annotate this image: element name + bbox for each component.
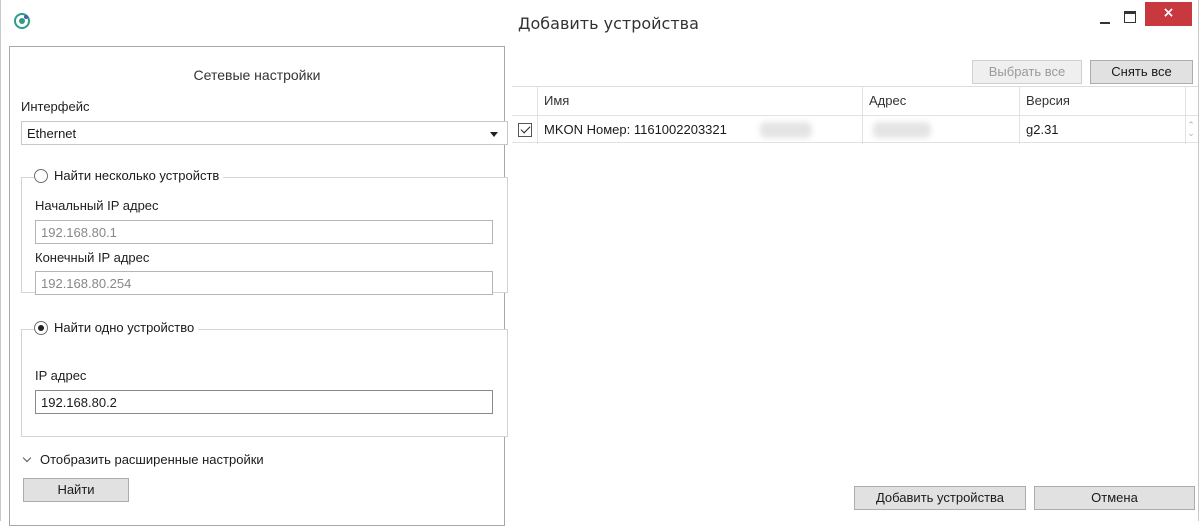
minimize-icon[interactable] bbox=[1097, 12, 1113, 28]
find-button[interactable]: Найти bbox=[23, 478, 129, 502]
end-ip-input[interactable] bbox=[35, 271, 493, 295]
radio-icon bbox=[34, 168, 48, 183]
redacted-blur bbox=[873, 122, 931, 138]
devices-table: Имя Адрес Версия MKON Номер: 11610022033… bbox=[512, 86, 1198, 144]
device-name-cell: MKON Номер: 1161002203321 bbox=[538, 116, 863, 144]
device-name: MKON Номер: 1161002203321 bbox=[544, 122, 727, 137]
window-title: Добавить устройства bbox=[518, 14, 699, 33]
ip-address-label: IP адрес bbox=[35, 368, 87, 383]
check-column-header bbox=[512, 87, 538, 115]
version-column-header[interactable]: Версия bbox=[1020, 87, 1186, 115]
chevron-down-icon bbox=[22, 453, 32, 462]
redacted-blur bbox=[760, 122, 812, 138]
table-row[interactable]: MKON Номер: 1161002203321 g2.31 bbox=[512, 115, 1198, 144]
network-settings-panel: Сетевые настройки Интерфейс Ethernet Най… bbox=[9, 46, 508, 526]
advanced-settings-toggle[interactable]: Отобразить расширенные настройки bbox=[22, 452, 264, 467]
device-address-cell bbox=[863, 116, 1020, 144]
maximize-icon[interactable] bbox=[1121, 8, 1137, 24]
multi-device-radio[interactable]: Найти несколько устройств bbox=[34, 168, 224, 183]
app-icon bbox=[14, 13, 30, 29]
interface-label: Интерфейс bbox=[21, 99, 90, 114]
radio-selected-icon bbox=[34, 320, 48, 335]
end-ip-label: Конечный IP адрес bbox=[35, 250, 150, 265]
device-version-cell: g2.31 bbox=[1020, 116, 1186, 144]
dropdown-arrow-icon bbox=[490, 132, 498, 137]
multi-device-radio-label: Найти несколько устройств bbox=[54, 168, 220, 183]
cancel-button[interactable]: Отмена bbox=[1034, 486, 1195, 510]
single-device-radio[interactable]: Найти одно устройство bbox=[34, 320, 199, 335]
multi-device-group: Найти несколько устройств Начальный IP а… bbox=[21, 168, 508, 295]
add-devices-window: Добавить устройства × Сетевые настройки … bbox=[0, 0, 1199, 526]
start-ip-label: Начальный IP адрес bbox=[35, 198, 159, 213]
select-all-button[interactable]: Выбрать все bbox=[972, 60, 1082, 84]
single-device-group: Найти одно устройство IP адрес bbox=[21, 320, 508, 437]
advanced-settings-label: Отобразить расширенные настройки bbox=[40, 452, 264, 467]
scroll-arrows-icon[interactable]: ⌃ ⌄ bbox=[1186, 121, 1196, 138]
single-device-radio-label: Найти одно устройство bbox=[54, 320, 195, 335]
interface-select[interactable]: Ethernet bbox=[21, 121, 508, 145]
row-check-cell[interactable] bbox=[512, 116, 538, 144]
title-bar: Добавить устройства × bbox=[1, 0, 1198, 44]
network-settings-title: Сетевые настройки bbox=[193, 67, 321, 83]
checkbox-checked-icon[interactable] bbox=[518, 123, 532, 137]
address-column-header[interactable]: Адрес bbox=[863, 87, 1020, 115]
ip-address-input[interactable] bbox=[35, 390, 493, 414]
close-icon[interactable]: × bbox=[1145, 2, 1192, 26]
name-column-header[interactable]: Имя bbox=[538, 87, 863, 115]
start-ip-input[interactable] bbox=[35, 220, 493, 244]
deselect-all-button[interactable]: Снять все bbox=[1090, 60, 1193, 84]
add-devices-button[interactable]: Добавить устройства bbox=[854, 486, 1026, 510]
interface-value: Ethernet bbox=[27, 126, 77, 141]
